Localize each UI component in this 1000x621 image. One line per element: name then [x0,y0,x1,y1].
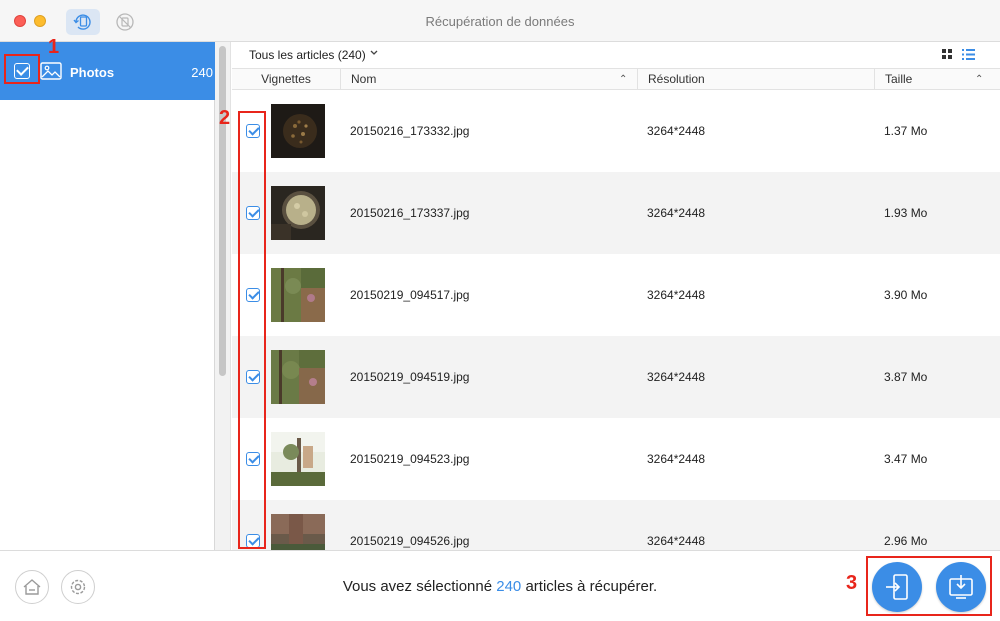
row-resolution: 3264*2448 [647,534,706,548]
row-size: 3.47 Mo [884,452,928,466]
sidebar-item-label: Photos [70,65,115,80]
row-resolution: 3264*2448 [647,206,706,220]
table-row[interactable]: 20150219_094526.jpg 3264*2448 2.96 Mo [232,500,1000,550]
chevron-down-icon[interactable] [370,50,378,56]
scrollbar-thumb[interactable] [219,46,226,376]
row-resolution: 3264*2448 [647,370,706,384]
photo-thumbnail [271,186,325,240]
annotation-number-3: 3 [846,572,858,594]
row-name: 20150216_173332.jpg [350,124,470,138]
table-header: Vignettes Nom ⌃ Résolution Taille ⌃ [232,68,1000,90]
row-name: 20150219_094526.jpg [350,534,470,548]
photo-thumbnail [271,104,325,158]
selected-count: 240 [496,578,522,595]
sidebar: Photos 240 [0,42,215,550]
photo-thumbnail [271,432,325,486]
row-resolution: 3264*2448 [647,452,706,466]
content-toolbar: Tous les articles (240) [232,42,1000,68]
annotation-box-3 [866,556,992,616]
row-size: 1.37 Mo [884,124,928,138]
row-name: 20150219_094519.jpg [350,370,470,384]
photo-thumbnail [271,514,325,550]
sidebar-item-count: 240 [191,65,213,80]
filter-dropdown[interactable]: Tous les articles (240) [249,48,366,62]
row-resolution: 3264*2448 [647,124,706,138]
row-name: 20150219_094523.jpg [350,452,470,466]
table-row[interactable]: 20150219_094519.jpg 3264*2448 3.87 Mo [232,336,1000,418]
grid-view-icon[interactable] [942,49,953,60]
column-header-size[interactable]: Taille ⌃ [874,69,1000,90]
column-header-size-label: Taille [885,72,913,86]
column-header-name-label: Nom [351,72,377,86]
title-bar: Récupération de données [0,0,1000,42]
annotation-box-1 [4,54,40,84]
table-row[interactable]: 20150219_094517.jpg 3264*2448 3.90 Mo [232,254,1000,336]
annotation-box-2 [238,111,266,549]
window-title: Récupération de données [425,14,575,29]
status-text-before: Vous avez sélectionné [342,578,497,595]
row-size: 1.93 Mo [884,206,928,220]
photos-icon [40,62,62,80]
sort-ascending-icon: ⌃ [619,74,628,85]
annotation-number-1: 1 [48,36,60,58]
row-size: 3.90 Mo [884,288,928,302]
column-header-thumbnail[interactable]: Vignettes [232,69,340,90]
file-table: 20150216_173332.jpg 3264*2448 1.37 Mo 20… [232,90,1000,550]
table-row[interactable]: 20150216_173332.jpg 3264*2448 1.37 Mo [232,90,1000,172]
row-size: 3.87 Mo [884,370,928,384]
sort-ascending-icon: ⌃ [975,74,984,85]
table-row[interactable]: 20150216_173337.jpg 3264*2448 1.93 Mo [232,172,1000,254]
column-header-name[interactable]: Nom ⌃ [340,69,637,90]
column-header-resolution[interactable]: Résolution [637,69,874,90]
row-resolution: 3264*2448 [647,288,706,302]
photo-thumbnail [271,350,325,404]
list-view-icon[interactable] [962,49,975,60]
row-name: 20150216_173337.jpg [350,206,470,220]
annotation-number-2: 2 [219,107,231,129]
row-name: 20150219_094517.jpg [350,288,470,302]
photo-thumbnail [271,268,325,322]
table-row[interactable]: 20150219_094523.jpg 3264*2448 3.47 Mo [232,418,1000,500]
row-size: 2.96 Mo [884,534,928,548]
status-text-after: articles à récupérer. [521,578,658,595]
